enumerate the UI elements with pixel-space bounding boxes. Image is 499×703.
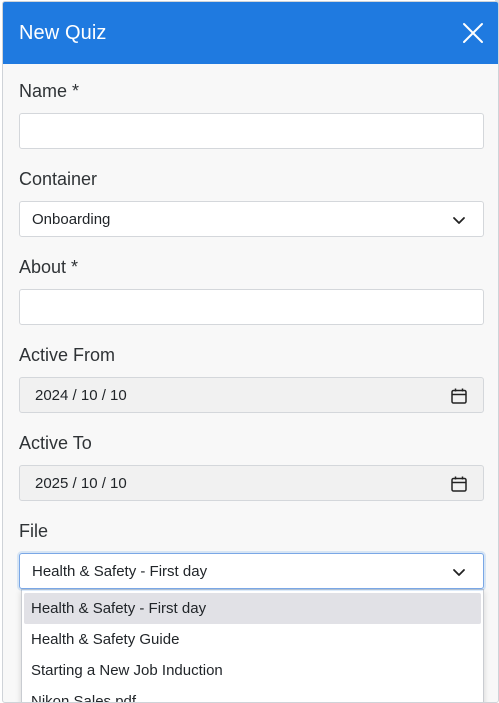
file-select[interactable]: Health & Safety - First day <box>19 553 484 589</box>
file-select-value: Health & Safety - First day <box>32 562 208 580</box>
modal-body: Name * Container Onboarding About * Acti… <box>3 64 498 702</box>
active-to-value: 2025 / 10 / 10 <box>35 474 127 492</box>
file-option[interactable]: Health & Safety - First day <box>24 593 481 624</box>
active-from-value: 2024 / 10 / 10 <box>35 386 127 404</box>
container-label: Container <box>19 169 98 189</box>
chevron-down-icon <box>453 569 465 576</box>
active-to-date-input[interactable]: 2025 / 10 / 10 <box>19 465 484 501</box>
file-option[interactable]: Starting a New Job Induction <box>24 655 481 686</box>
file-dropdown-list: Health & Safety - First day Health & Saf… <box>21 589 484 702</box>
name-label: Name * <box>19 81 80 101</box>
container-select[interactable]: Onboarding <box>19 201 484 237</box>
container-select-value: Onboarding <box>32 210 111 228</box>
active-to-label: Active To <box>19 433 92 453</box>
about-input[interactable] <box>19 289 484 325</box>
modal-title: New Quiz <box>19 21 107 44</box>
name-input[interactable] <box>19 113 484 149</box>
about-label: About * <box>19 257 79 277</box>
file-label: File <box>19 521 49 541</box>
chevron-down-icon <box>453 217 465 224</box>
file-option[interactable]: Health & Safety Guide <box>24 624 481 655</box>
close-icon[interactable] <box>458 18 488 48</box>
active-from-date-input[interactable]: 2024 / 10 / 10 <box>19 377 484 413</box>
file-option[interactable]: Nikon Sales.pdf <box>24 686 481 702</box>
new-quiz-modal: New Quiz Name * Container Onboarding Abo… <box>2 1 499 703</box>
active-from-label: Active From <box>19 345 116 365</box>
modal-header: New Quiz <box>3 2 498 64</box>
calendar-icon[interactable] <box>450 387 468 405</box>
calendar-icon[interactable] <box>450 475 468 493</box>
